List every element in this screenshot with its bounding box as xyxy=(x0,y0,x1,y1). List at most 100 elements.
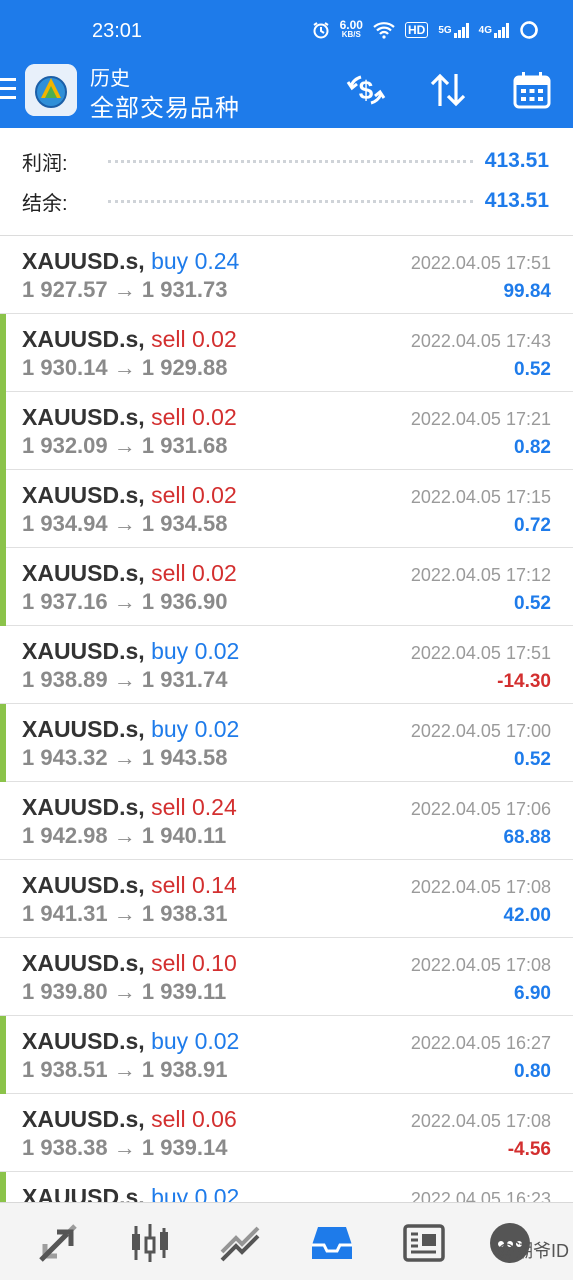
trade-side: sell 0.06 xyxy=(151,1106,237,1132)
trade-side: sell 0.02 xyxy=(151,482,237,508)
app-toolbar: 历史 全部交易品种 $ xyxy=(0,60,573,128)
trade-datetime: 2022.04.05 16:27 xyxy=(410,1033,551,1053)
trade-datetime: 2022.04.05 17:51 xyxy=(410,643,551,663)
trade-side: sell 0.02 xyxy=(151,560,237,586)
trade-symbol-line: XAUUSD.s, sell 0.02 xyxy=(22,326,237,353)
net-speed-unit: KB/S xyxy=(341,30,361,39)
trade-prices: 1 939.80 → 1 939.11 xyxy=(22,979,227,1004)
trade-profit: 99.84 xyxy=(503,281,551,302)
trade-symbol: XAUUSD.s, xyxy=(22,716,145,742)
trade-side-label: sell xyxy=(151,560,186,586)
trade-profit: -14.30 xyxy=(497,671,551,692)
trade-datetime: 2022.04.05 17:00 xyxy=(410,721,551,741)
trade-symbol: XAUUSD.s, xyxy=(22,560,145,586)
trade-prices: 1 942.98 → 1 940.11 xyxy=(22,823,227,848)
trade-prices: 1 934.94 → 1 934.58 xyxy=(22,511,228,536)
news-icon[interactable] xyxy=(402,1221,446,1265)
currency-exchange-icon[interactable]: $ xyxy=(344,68,388,112)
calendar-icon[interactable] xyxy=(510,68,554,112)
dotted-leader xyxy=(107,159,473,163)
trade-profit: 0.52 xyxy=(514,359,551,380)
trade-volume: 0.02 xyxy=(192,482,237,508)
trade-side: buy 0.02 xyxy=(151,1184,239,1202)
toolbar-title[interactable]: 全部交易品种 xyxy=(90,88,240,123)
trade-symbol: XAUUSD.s, xyxy=(22,404,145,430)
trade-prices: 1 932.09 → 1 931.68 xyxy=(22,433,228,458)
row-marker xyxy=(0,1172,6,1202)
trade-profit: 6.90 xyxy=(514,983,551,1004)
menu-icon[interactable] xyxy=(0,78,18,104)
trade-prices: 1 938.89 → 1 931.74 xyxy=(22,667,228,692)
trade-datetime: 2022.04.05 17:21 xyxy=(410,409,551,429)
trade-side-label: sell xyxy=(151,482,186,508)
trade-row[interactable]: XAUUSD.s, sell 0.14 1 941.31 → 1 938.31 20… xyxy=(0,860,573,938)
trade-history-list[interactable]: XAUUSD.s, buy 0.24 1 927.57 → 1 931.73 202… xyxy=(0,236,573,1202)
trade-volume: 0.02 xyxy=(194,716,240,742)
trade-row[interactable]: XAUUSD.s, buy 0.02 1 938.89 → 1 931.74 202… xyxy=(0,626,573,704)
trade-row[interactable]: XAUUSD.s, sell 0.02 1 932.09 → 1 931.68 20… xyxy=(0,392,573,470)
trade-profit: 0.52 xyxy=(514,749,551,770)
trade-datetime: 2022.04.05 17:15 xyxy=(410,487,551,507)
trade-symbol: XAUUSD.s, xyxy=(22,326,145,352)
trade-profit: 68.88 xyxy=(503,827,551,848)
trade-side: sell 0.24 xyxy=(151,794,237,820)
trade-symbol-line: XAUUSD.s, sell 0.24 xyxy=(22,794,237,821)
trade-volume: 0.02 xyxy=(194,1184,240,1202)
trade-row[interactable]: XAUUSD.s, buy 0.02 1 943.32 → 1 943.58 202… xyxy=(0,704,573,782)
trade-profit: 42.00 xyxy=(503,905,551,926)
trade-datetime: 2022.04.05 17:51 xyxy=(410,253,551,273)
status-icons: 6.00 KB/S HD 5G 4G xyxy=(312,18,539,40)
trade-datetime: 2022.04.05 17:08 xyxy=(410,1111,551,1131)
trade-symbol: XAUUSD.s, xyxy=(22,872,145,898)
trade-side: sell 0.14 xyxy=(151,872,237,898)
row-marker xyxy=(0,392,6,470)
status-bar: 23:01 6.00 KB/S HD 5G 4G xyxy=(0,0,573,60)
trade-side-label: buy xyxy=(151,1028,189,1054)
dotted-leader xyxy=(107,199,473,203)
history-icon[interactable] xyxy=(310,1221,354,1265)
trade-datetime: 2022.04.05 17:08 xyxy=(410,877,551,897)
row-marker xyxy=(0,704,6,782)
trade-side: sell 0.02 xyxy=(151,404,237,430)
trade-row[interactable]: XAUUSD.s, sell 0.02 1 934.94 → 1 934.58 20… xyxy=(0,470,573,548)
trade-volume: 0.06 xyxy=(192,1106,237,1132)
trade-symbol: XAUUSD.s, xyxy=(22,794,145,820)
trade-volume: 0.24 xyxy=(194,248,240,274)
trade-symbol: XAUUSD.s, xyxy=(22,1184,145,1202)
trade-symbol: XAUUSD.s, xyxy=(22,1106,145,1132)
trade-profit: 0.72 xyxy=(514,515,551,536)
chart-icon[interactable] xyxy=(128,1221,172,1265)
app-logo[interactable] xyxy=(25,64,77,116)
trade-prices: 1 941.31 → 1 938.31 xyxy=(22,901,228,926)
trade-symbol-line: XAUUSD.s, sell 0.02 xyxy=(22,404,237,431)
trade-side-label: sell xyxy=(151,404,186,430)
battery-icon xyxy=(519,20,539,40)
svg-text:$: $ xyxy=(359,75,374,105)
trade-symbol: XAUUSD.s, xyxy=(22,482,145,508)
trade-row[interactable]: XAUUSD.s, buy 0.02 2022.04.05 16:23 xyxy=(0,1172,573,1202)
trade-side-label: buy xyxy=(151,1184,189,1202)
trade-profit: 0.80 xyxy=(514,1061,551,1082)
balance-value: 413.51 xyxy=(484,189,549,212)
trade-row[interactable]: XAUUSD.s, sell 0.10 1 939.80 → 1 939.11 20… xyxy=(0,938,573,1016)
quotes-icon[interactable] xyxy=(36,1221,80,1265)
trade-row[interactable]: XAUUSD.s, sell 0.02 1 937.16 → 1 936.90 20… xyxy=(0,548,573,626)
trade-volume: 0.02 xyxy=(192,560,237,586)
summary-panel: 利润: 413.51 结余: 413.51 xyxy=(0,128,573,236)
trade-side-label: sell xyxy=(151,872,186,898)
profit-label: 利润: xyxy=(22,152,68,175)
trade-row[interactable]: XAUUSD.s, sell 0.02 1 930.14 → 1 929.88 20… xyxy=(0,314,573,392)
trade-icon[interactable] xyxy=(218,1221,262,1265)
signal-4g-label: 4G xyxy=(478,24,492,36)
trade-prices: 1 943.32 → 1 943.58 xyxy=(22,745,228,770)
trade-row[interactable]: XAUUSD.s, buy 0.24 1 927.57 → 1 931.73 202… xyxy=(0,236,573,314)
sort-icon[interactable] xyxy=(426,68,470,112)
trade-symbol-line: XAUUSD.s, sell 0.14 xyxy=(22,872,237,899)
trade-side: sell 0.10 xyxy=(151,950,237,976)
trade-row[interactable]: XAUUSD.s, buy 0.02 1 938.51 → 1 938.91 202… xyxy=(0,1016,573,1094)
trade-row[interactable]: XAUUSD.s, sell 0.24 1 942.98 → 1 940.11 20… xyxy=(0,782,573,860)
trade-side-label: buy xyxy=(151,638,189,664)
trade-side: buy 0.02 xyxy=(151,1028,239,1054)
trade-row[interactable]: XAUUSD.s, sell 0.06 1 938.38 → 1 939.14 20… xyxy=(0,1094,573,1172)
net-speed-value: 6.00 xyxy=(339,18,363,32)
